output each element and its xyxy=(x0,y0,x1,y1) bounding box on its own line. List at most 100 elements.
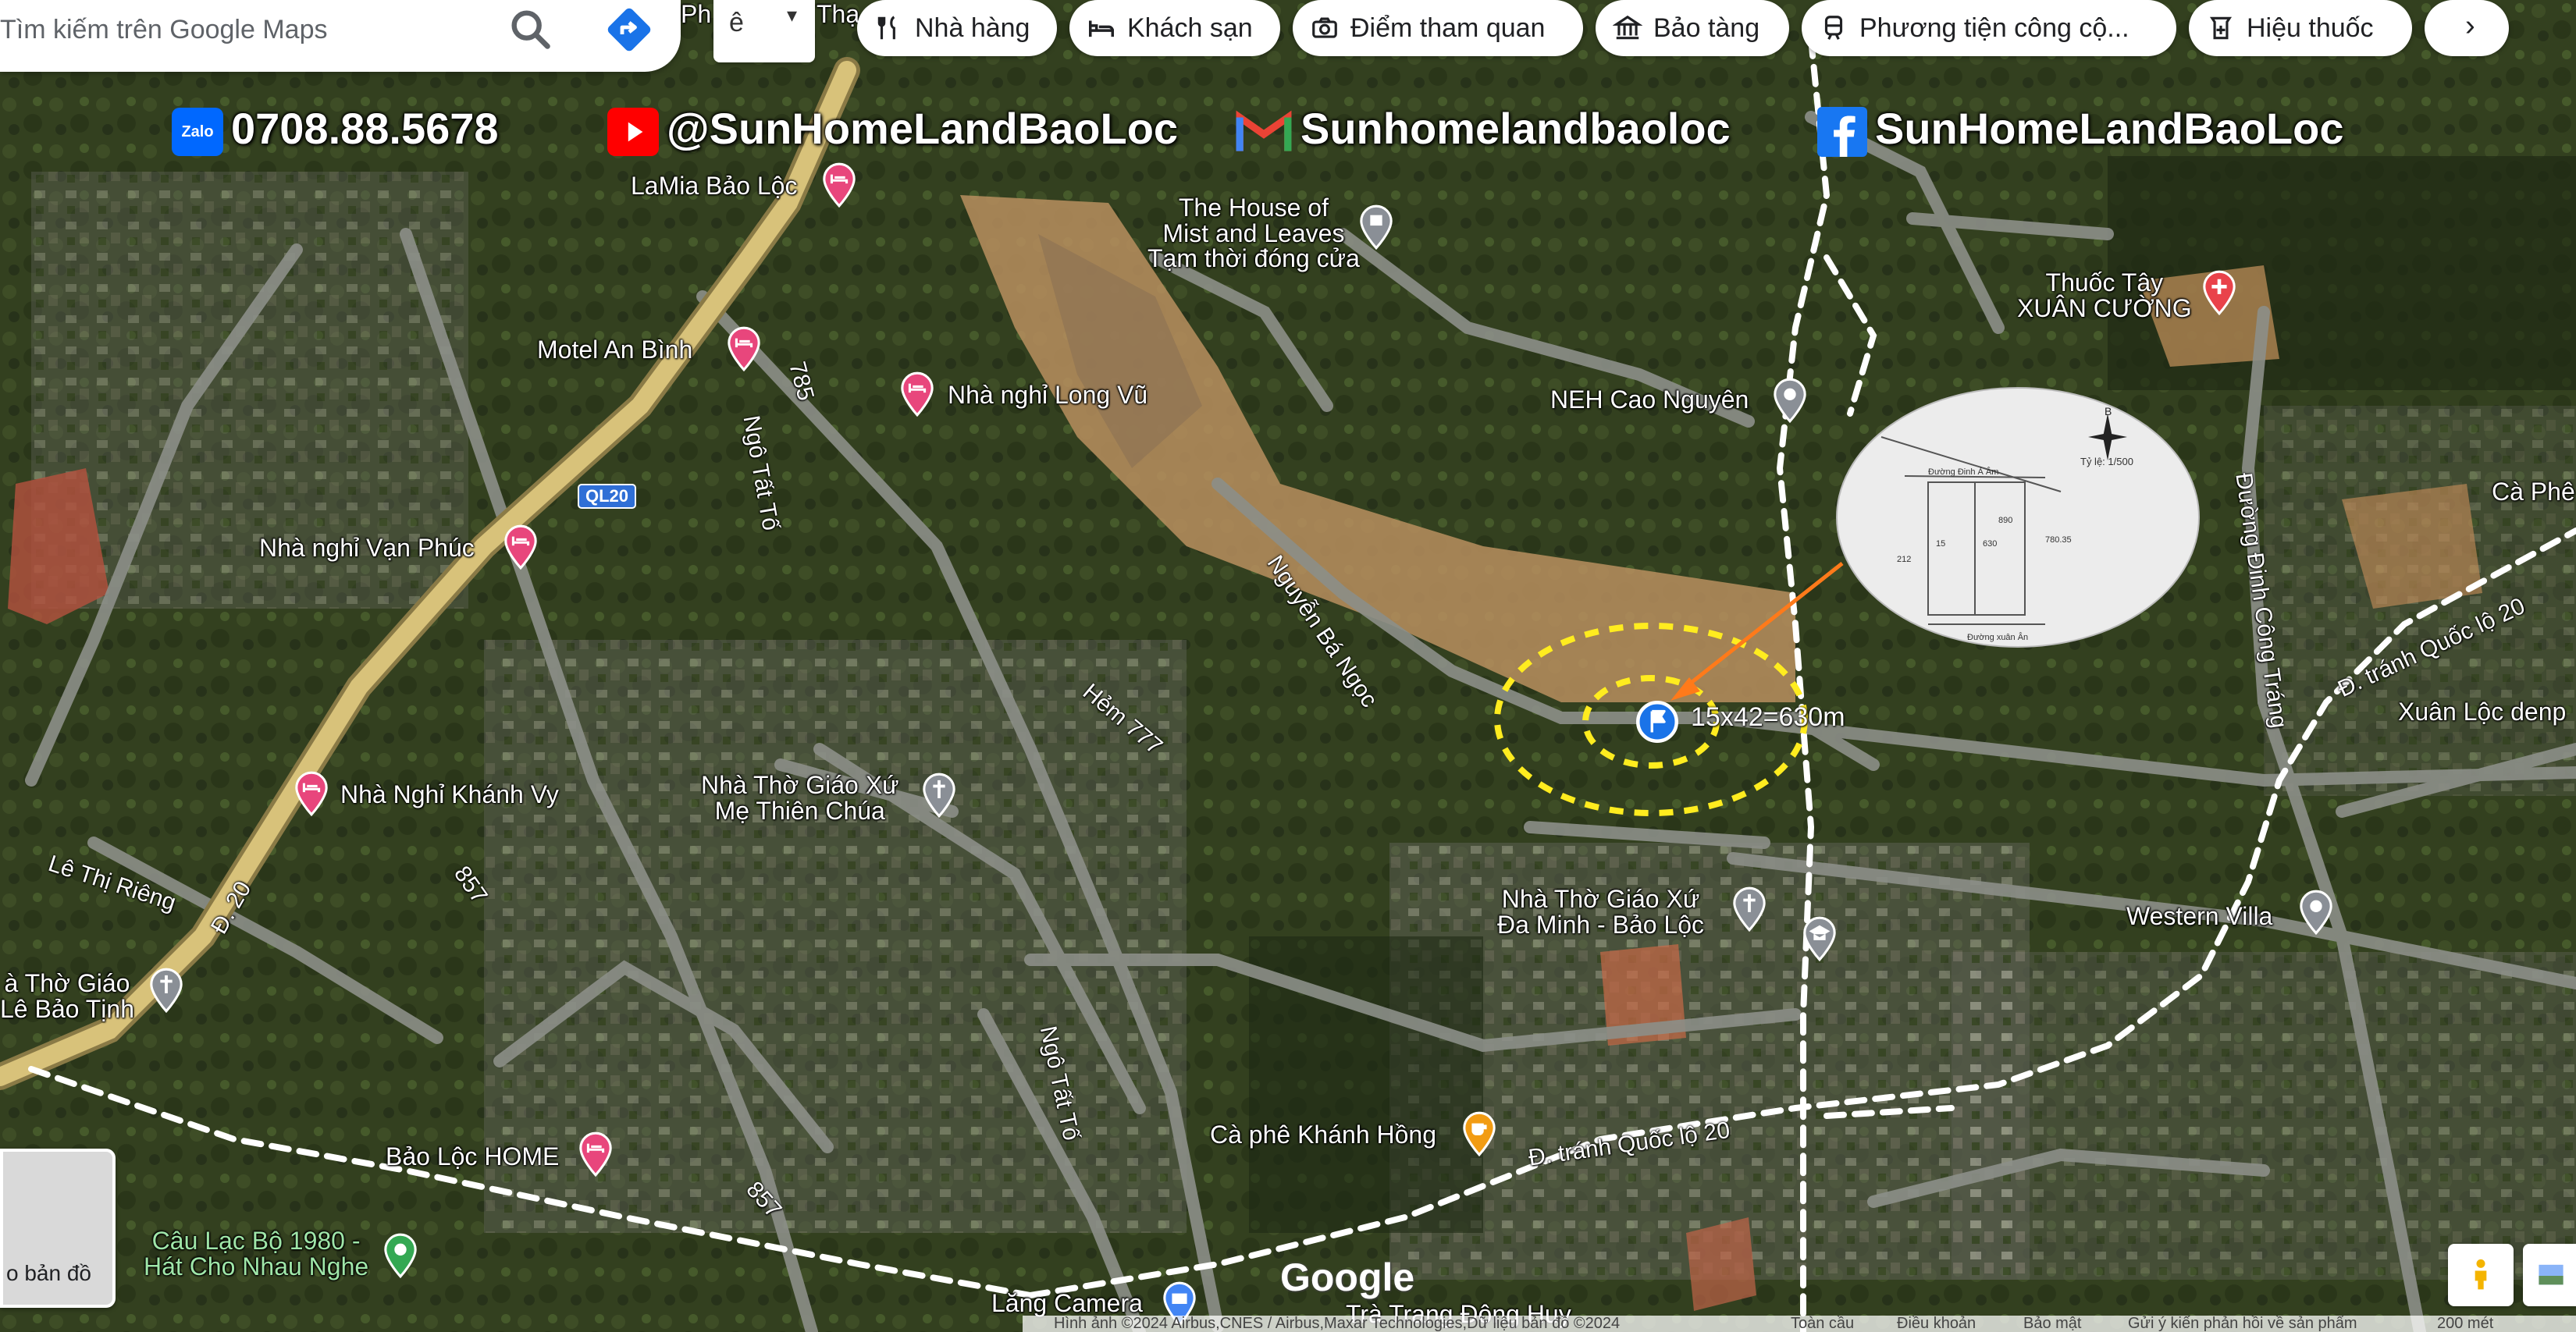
place-nha-tho-da-minh[interactable]: Nhà Thờ Giáo Xứ Đa Minh - Bảo Lộc xyxy=(1497,886,1704,937)
chip-pharmacies[interactable]: Hiệu thuốc xyxy=(2189,0,2412,56)
search-box xyxy=(0,0,681,72)
place-nha-tho-da-minh-line1: Nhà Thờ Giáo Xứ xyxy=(1501,885,1700,913)
footer-scale[interactable]: 200 mét xyxy=(2437,1316,2493,1332)
place-nha-nghi-khanh-vy[interactable]: Nhà Nghỉ Khánh Vy xyxy=(340,782,559,808)
place-pin-icon[interactable] xyxy=(1772,378,1808,423)
place-pin-icon[interactable] xyxy=(1358,204,1394,250)
partial-label-left: Ph xyxy=(681,0,712,28)
chip-attractions[interactable]: Điểm tham quan xyxy=(1293,0,1583,56)
map-footer: Hình ảnh ©2024 Airbus,CNES / Airbus,Maxa… xyxy=(1023,1316,2576,1332)
place-house-of-mist[interactable]: The House of Mist and Leaves Tạm thời đó… xyxy=(1147,195,1360,272)
footer-region-link[interactable]: Toàn cầu xyxy=(1791,1316,1854,1332)
place-nha-nghi-van-phuc[interactable]: Nhà nghỉ Vạn Phúc xyxy=(259,535,475,561)
chip-label: Điểm tham quan xyxy=(1350,12,1546,43)
layers-menu-button[interactable]: ê ▾ xyxy=(713,0,815,62)
place-clb-1980[interactable]: Câu Lạc Bộ 1980 - Hát Cho Nhau Nghe xyxy=(144,1228,368,1279)
place-clb-1980-line1: Câu Lạc Bộ 1980 - xyxy=(151,1227,361,1255)
map-layer-toggle-label: o bản đồ xyxy=(6,1261,91,1285)
chip-museums[interactable]: Bảo tàng xyxy=(1596,0,1789,56)
zalo-phone: 0708.88.5678 xyxy=(231,104,499,153)
imagery-thumb-icon xyxy=(2539,1264,2564,1285)
hotel-pin-icon[interactable] xyxy=(899,371,935,417)
google-logo: Google xyxy=(1280,1256,1415,1299)
place-xuan-loc-edge[interactable]: Xuân Lộc denp xyxy=(2398,699,2566,725)
facebook-icon xyxy=(1817,107,1867,158)
search-input[interactable] xyxy=(0,6,484,53)
map-canvas[interactable]: B Tỷ lệ: 1/500 Đường Đinh Ả Âm 15 630 89… xyxy=(0,0,2576,1332)
hotel-pin-icon[interactable] xyxy=(294,771,329,816)
footer-attribution: Hình ảnh ©2024 Airbus,CNES / Airbus,Maxa… xyxy=(1054,1316,1621,1332)
zalo-icon: Zalo xyxy=(172,108,223,157)
imagery-thumb-button[interactable] xyxy=(2523,1244,2576,1306)
chip-label: Hiệu thuốc xyxy=(2247,12,2374,43)
chevron-down-icon: ▾ xyxy=(787,3,798,27)
footer-privacy-link[interactable]: Bảo mật xyxy=(2023,1316,2081,1332)
place-pin-icon[interactable] xyxy=(2298,890,2334,935)
social-zalo: Zalo 0708.88.5678 xyxy=(172,103,499,157)
place-thuoc-tay-line2: XUÂN CƯỜNG xyxy=(2017,293,2192,322)
cafe-pin-icon[interactable] xyxy=(1461,1111,1497,1156)
chips-scroll-next-button[interactable]: › xyxy=(2425,0,2509,56)
fork-knife-icon xyxy=(877,16,895,40)
inset-bottom-road: Đường xuân Ân xyxy=(1967,632,2028,642)
youtube-handle: @SunHomeLandBaoLoc xyxy=(667,104,1179,153)
place-nha-nghi-long-vu[interactable]: Nhà nghỉ Long Vũ xyxy=(948,382,1147,408)
map-layer-toggle[interactable]: o bản đồ xyxy=(0,1149,116,1308)
place-neh-cao-nguyen[interactable]: NEH Cao Nguyên xyxy=(1550,387,1749,413)
church-pin-icon[interactable] xyxy=(1731,886,1767,932)
pharmacy-icon xyxy=(2209,16,2233,40)
chip-hotels[interactable]: Khách sạn xyxy=(1069,0,1280,56)
place-bao-loc-home[interactable]: Bảo Lộc HOME xyxy=(386,1144,559,1170)
place-house-of-mist-line1: The House of xyxy=(1178,194,1329,222)
place-nha-tho-da-minh-line2: Đa Minh - Bảo Lộc xyxy=(1497,910,1705,939)
inset-lot-a: 15 xyxy=(1936,539,1945,549)
chip-label: Phương tiện công cộ... xyxy=(1859,12,2129,43)
chip-label: Khách sạn xyxy=(1127,12,1253,43)
place-thuoc-tay[interactable]: Thuốc Tây XUÂN CƯỜNG xyxy=(2017,270,2192,321)
hotel-pin-icon[interactable] xyxy=(821,162,857,208)
inset-scale: Tỷ lệ: 1/500 xyxy=(2080,456,2133,467)
facebook-handle: SunHomeLandBaoLoc xyxy=(1875,104,2344,153)
chip-public-transit[interactable]: Phương tiện công cộ... xyxy=(1802,0,2176,56)
social-gmail: Sunhomelandbaoloc xyxy=(1235,103,1731,156)
search-icon[interactable] xyxy=(506,5,556,55)
footer-feedback-link[interactable]: Gửi ý kiến phản hồi về sản phẩm xyxy=(2128,1316,2357,1332)
place-nha-tho-le-bao-tinh[interactable]: à Thờ Giáo Lê Bảo Tịnh xyxy=(0,971,134,1021)
place-nha-tho-le-line2: Lê Bảo Tịnh xyxy=(0,994,134,1023)
chip-restaurants[interactable]: Nhà hàng xyxy=(857,0,1057,56)
museum-icon xyxy=(1613,15,1642,40)
road-shield-ql20: QL20 xyxy=(578,484,637,509)
inset-road-name: Đường Đinh Ả Âm xyxy=(1928,467,1998,477)
place-house-of-mist-line2: Mist and Leaves xyxy=(1162,218,1345,247)
pharmacy-pin-icon[interactable] xyxy=(2201,270,2237,315)
place-western-villa[interactable]: Western Villa xyxy=(2126,904,2272,929)
chevron-right-icon: › xyxy=(2465,9,2475,42)
parking-flag-marker-icon[interactable] xyxy=(1636,701,1678,743)
footer-terms-link[interactable]: Điều khoản xyxy=(1897,1316,1976,1332)
place-motel-an-binh[interactable]: Motel An Bình xyxy=(537,337,692,363)
place-clb-1980-line2: Hát Cho Nhau Nghe xyxy=(144,1252,369,1280)
place-lang-camera[interactable]: Lăng Camera xyxy=(991,1291,1143,1316)
place-ca-phe-khanh-hong[interactable]: Cà phê Khánh Hồng xyxy=(1210,1122,1436,1148)
inset-lot-e: 212 xyxy=(1897,555,1911,564)
inset-lot-d: 780.35 xyxy=(2045,535,2072,545)
church-pin-icon[interactable] xyxy=(921,773,957,818)
hotel-pin-icon[interactable] xyxy=(578,1131,614,1177)
directions-icon[interactable] xyxy=(601,2,657,58)
hotel-pin-icon[interactable] xyxy=(503,524,539,570)
school-pin-icon[interactable] xyxy=(1802,916,1838,961)
chip-label: Bảo tàng xyxy=(1653,12,1760,43)
chip-label: Nhà hàng xyxy=(915,12,1030,43)
place-lamia[interactable]: LaMia Bảo Lộc xyxy=(631,173,797,199)
green-place-pin-icon[interactable] xyxy=(382,1233,418,1278)
place-nha-tho-me-thien-chua[interactable]: Nhà Thờ Giáo Xứ Mẹ Thiên Chúa xyxy=(701,773,898,823)
pegman-button[interactable] xyxy=(2448,1244,2514,1306)
social-facebook: SunHomeLandBaoLoc xyxy=(1817,103,2344,158)
place-nha-tho-me-line2: Mẹ Thiên Chúa xyxy=(714,796,885,825)
social-youtube: @SunHomeLandBaoLoc xyxy=(607,103,1179,157)
inset-lot-c: 890 xyxy=(1998,516,2012,525)
youtube-icon xyxy=(607,108,659,157)
church-pin-icon[interactable] xyxy=(148,968,184,1013)
place-ca-phe-edge[interactable]: Cà Phê xyxy=(2492,479,2575,505)
hotel-pin-icon[interactable] xyxy=(726,326,762,371)
